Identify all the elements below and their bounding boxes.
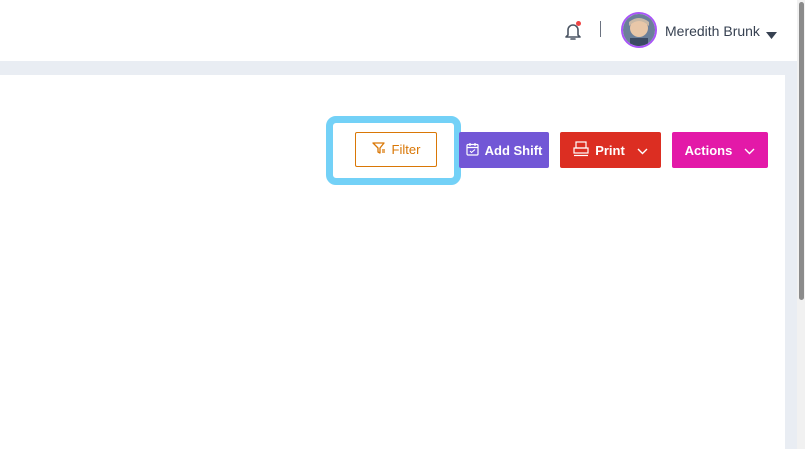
top-bar: Meredith Brunk: [0, 0, 797, 61]
user-menu[interactable]: Meredith Brunk: [665, 22, 777, 40]
filter-button[interactable]: Filter: [355, 132, 437, 167]
filter-label: Filter: [391, 142, 421, 157]
chevron-down-icon: [744, 143, 755, 158]
calendar-icon: [466, 142, 479, 159]
header-divider: [600, 21, 601, 37]
notification-dot: [576, 21, 581, 26]
caret-down-icon: [765, 27, 777, 39]
printer-icon: [573, 140, 589, 160]
avatar[interactable]: [621, 12, 657, 48]
print-button[interactable]: Print: [560, 132, 661, 168]
filter-icon: [371, 141, 386, 158]
bell-icon[interactable]: [562, 19, 584, 43]
scrollbar-thumb[interactable]: [799, 2, 804, 300]
print-label: Print: [595, 142, 625, 158]
user-name: Meredith Brunk: [665, 23, 760, 39]
actions-label: Actions: [684, 142, 733, 158]
add-shift-button[interactable]: Add Shift: [459, 132, 549, 168]
add-shift-label: Add Shift: [484, 142, 543, 158]
chevron-down-icon: [637, 143, 648, 158]
actions-button[interactable]: Actions: [672, 132, 768, 168]
